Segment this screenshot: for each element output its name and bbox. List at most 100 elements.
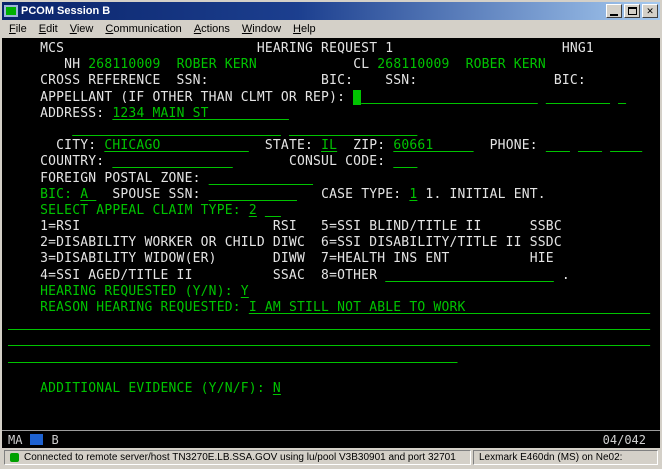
reason-line2-field[interactable] [8,316,650,331]
terminal-text: ADDRESS: [8,106,112,121]
menu-actions[interactable]: Actions [188,21,236,37]
terminal-row: REASON HEARING REQUESTED: I AM STILL NOT… [8,300,660,316]
menu-edit[interactable]: Edit [33,21,64,37]
claim-type-option-row-2: 2=DISABILITY WORKER OR CHILD DIWC 6=SSI … [8,235,562,250]
terminal-text: ZIP: [337,138,393,153]
terminal-text: . [554,268,570,283]
terminal-text: ADDITIONAL EVIDENCE (Y/N/F): [8,381,273,396]
title-bar[interactable]: PCOM Session B ✕ [2,2,660,20]
state-field[interactable]: IL [321,138,337,153]
terminal-row [8,122,660,138]
oia-connection-icon [30,434,43,445]
oia-session: B [51,433,58,447]
terminal-text: SELECT APPEAL CLAIM TYPE: [8,203,249,218]
claim-type-option-row-1: 1=RSI RSI 5=SSI BLIND/TITLE II SSBC [8,219,562,234]
terminal-text: APPELLANT (IF OTHER THAN CLMT OR REP): [8,90,353,105]
operator-info-area: MA B 04/042 [2,430,660,448]
terminal-text: CL [257,57,377,72]
terminal-text [281,122,289,137]
cross-reference-line: CROSS REFERENCE SSN: BIC: SSN: BIC: [8,73,586,88]
other-claim-type-field[interactable] [385,268,554,283]
terminal-text: REASON HEARING REQUESTED: [8,300,249,315]
terminal-text [570,138,578,153]
terminal-row: 4=SSI AGED/TITLE II SSAC 8=OTHER . [8,268,660,284]
country-field[interactable] [112,154,232,169]
terminal-row: 3=DISABILITY WIDOW(ER) DIWW 7=HEALTH INS… [8,251,660,267]
appellant-last-field[interactable] [546,90,610,105]
reason-line3-field[interactable] [8,332,650,347]
consul-code-field[interactable] [393,154,417,169]
nh-ssn: 268110009 [88,57,160,72]
phone-area-field[interactable] [546,138,570,153]
window-title: PCOM Session B [21,3,603,19]
terminal-row: MCS HEARING REQUEST 1 HNG1 [8,41,660,57]
terminal-row [8,316,660,332]
terminal-row [8,349,660,365]
terminal-row: CROSS REFERENCE SSN: BIC: SSN: BIC: [8,73,660,89]
hearing-requested-field[interactable]: Y [241,284,249,299]
city-field[interactable]: CHICAGO [104,138,248,153]
appellant-suffix-field[interactable] [618,90,626,105]
oia-cursor-position: 04/042 [603,433,646,447]
terminal-text: CITY: [8,138,104,153]
terminal-text: 4=SSI AGED/TITLE II SSAC 8=OTHER [8,268,385,283]
terminal-text: PHONE: [474,138,546,153]
menu-bar: FileEditViewCommunicationActionsWindowHe… [2,20,660,38]
terminal-text [538,90,546,105]
terminal-text: SPOUSE SSN: [96,187,208,202]
spouse-ssn-field[interactable] [209,187,297,202]
oia-status: MA [8,433,22,447]
additional-evidence-field[interactable]: N [273,381,281,396]
menu-view[interactable]: View [64,21,100,37]
minimize-button[interactable] [606,4,622,18]
terminal-emulator: MCS HEARING REQUEST 1 HNG1 NH 268110009 … [2,38,660,448]
terminal-row: NH 268110009 ROBER KERN CL 268110009 ROB… [8,57,660,73]
foreign-postal-zone-field[interactable] [209,171,313,186]
terminal-text: FOREIGN POSTAL ZONE: [8,171,209,186]
bic-field[interactable]: A [80,187,96,202]
menu-file[interactable]: File [3,21,33,37]
appellant-first-field[interactable] [361,90,538,105]
menu-help[interactable]: Help [287,21,322,37]
maximize-button[interactable] [624,4,640,18]
maximize-icon [628,7,637,15]
close-button[interactable]: ✕ [642,4,658,18]
terminal-text [450,57,466,72]
terminal-text: CASE TYPE: [297,187,409,202]
menu-window[interactable]: Window [236,21,287,37]
printer-status-panel: Lexmark E460dn (MS) on Ne02: [473,450,658,465]
app-icon [4,5,18,17]
address-line2-field[interactable] [72,122,281,137]
zip-field[interactable]: 60661 [393,138,473,153]
phone-prefix-field[interactable] [578,138,602,153]
connection-status-text: Connected to remote server/host TN3270E.… [24,452,456,463]
terminal-text: HEARING REQUESTED (Y/N): [8,284,241,299]
address-line1-field[interactable]: 1234 MAIN ST [112,106,289,121]
reason-line4-field[interactable] [8,349,458,364]
reason-field[interactable]: I AM STILL NOT ABLE TO WORK [249,300,650,315]
pcom-window: PCOM Session B ✕ FileEditViewCommunicati… [0,0,662,469]
terminal-row: 2=DISABILITY WORKER OR CHILD DIWC 6=SSI … [8,235,660,251]
oia-left: MA B [8,433,603,447]
cursor[interactable] [353,90,361,105]
terminal-text [610,90,618,105]
menu-communication[interactable]: Communication [99,21,187,37]
nh-name: ROBER KERN [177,57,257,72]
terminal-row [8,332,660,348]
terminal-row [8,365,660,381]
terminal-screen[interactable]: MCS HEARING REQUEST 1 HNG1 NH 268110009 … [2,38,660,430]
terminal-row: BIC: A SPOUSE SSN: CASE TYPE: 1 1. INITI… [8,187,660,203]
claim-type-field[interactable]: 2 [249,203,257,218]
screen-header: MCS HEARING REQUEST 1 HNG1 [8,41,594,56]
cl-ssn: 268110009 [377,57,449,72]
phone-line-field[interactable] [610,138,642,153]
claim-type-option-row-3: 3=DISABILITY WIDOW(ER) DIWW 7=HEALTH INS… [8,251,554,266]
terminal-row: APPELLANT (IF OTHER THAN CLMT OR REP): [8,90,660,106]
terminal-row: HEARING REQUESTED (Y/N): Y [8,284,660,300]
printer-status-text: Lexmark E460dn (MS) on Ne02: [479,452,622,463]
address-line3-field[interactable] [289,122,417,137]
connection-status-panel: Connected to remote server/host TN3270E.… [4,450,471,465]
claim-type-extra-field[interactable] [265,203,281,218]
terminal-row [8,413,660,429]
window-controls: ✕ [606,4,658,18]
